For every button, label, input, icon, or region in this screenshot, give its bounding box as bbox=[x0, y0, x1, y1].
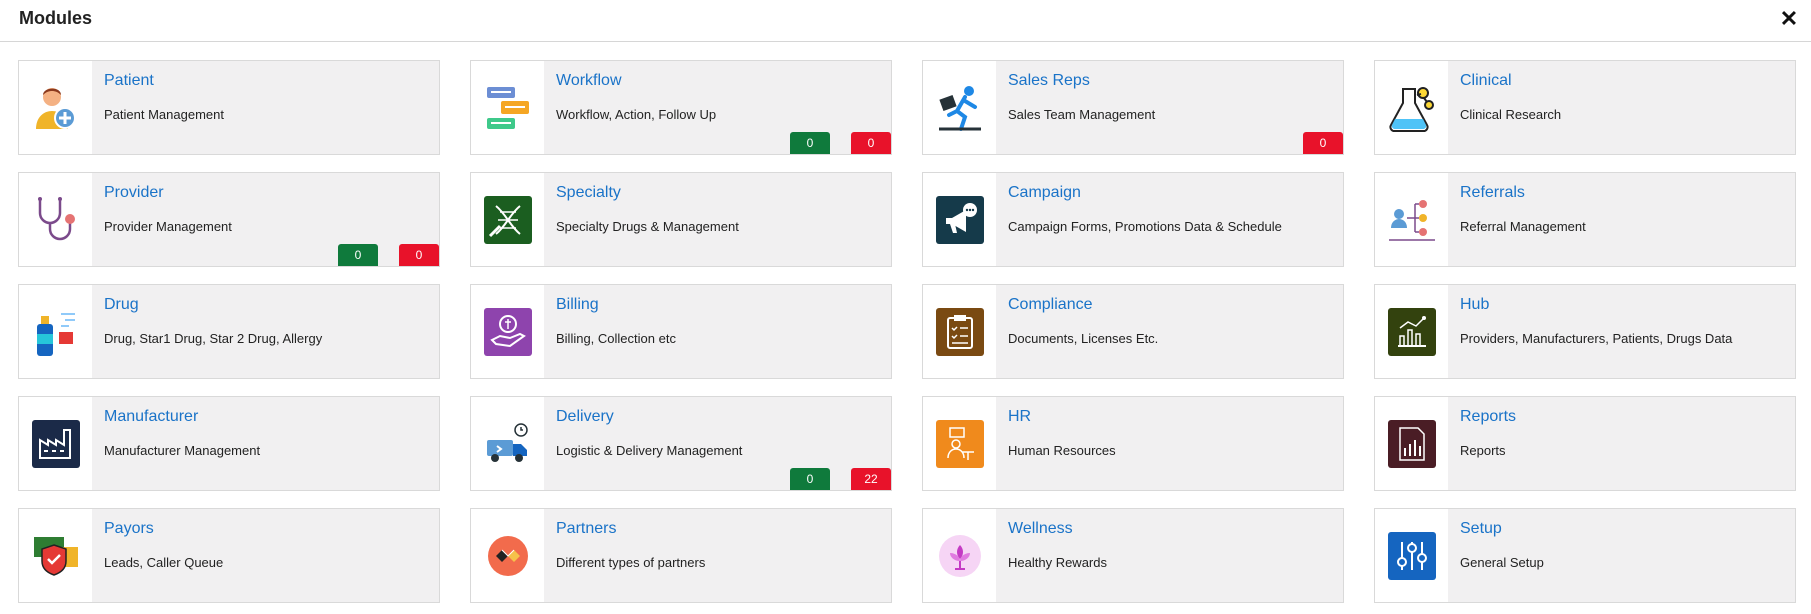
module-description: Reports bbox=[1460, 443, 1506, 458]
count-badge-red[interactable]: 0 bbox=[851, 132, 891, 154]
partners-icon bbox=[471, 509, 544, 602]
reports-document-icon bbox=[1375, 397, 1448, 490]
workflow-icon bbox=[471, 61, 544, 154]
module-title[interactable]: Wellness bbox=[1008, 520, 1073, 538]
module-title[interactable]: Specialty bbox=[556, 184, 621, 202]
stethoscope-icon bbox=[19, 173, 92, 266]
module-card-setup[interactable]: Setup General Setup bbox=[1374, 508, 1796, 603]
wellness-lotus-icon bbox=[923, 509, 996, 602]
clinical-flask-icon bbox=[1375, 61, 1448, 154]
count-badge-red[interactable]: 22 bbox=[851, 468, 891, 490]
module-description: Campaign Forms, Promotions Data & Schedu… bbox=[1008, 219, 1282, 234]
module-title[interactable]: Sales Reps bbox=[1008, 72, 1090, 90]
dna-syringe-icon bbox=[471, 173, 544, 266]
module-card-delivery[interactable]: Delivery Logistic & Delivery Management 0 2… bbox=[470, 396, 892, 491]
module-card-billing[interactable]: Billing Billing, Collection etc bbox=[470, 284, 892, 379]
module-card-clinical[interactable]: Clinical Clinical Research bbox=[1374, 60, 1796, 155]
module-title[interactable]: Manufacturer bbox=[104, 408, 198, 426]
module-description: Different types of partners bbox=[556, 555, 706, 570]
module-description: Leads, Caller Queue bbox=[104, 555, 224, 570]
referrals-icon bbox=[1375, 173, 1448, 266]
module-description: Documents, Licenses Etc. bbox=[1008, 331, 1159, 346]
module-description: Clinical Research bbox=[1460, 107, 1562, 122]
module-card-patient[interactable]: Patient Patient Management bbox=[18, 60, 440, 155]
module-title[interactable]: Payors bbox=[104, 520, 154, 538]
hr-person-icon bbox=[923, 397, 996, 490]
module-card-sales-reps[interactable]: Sales Reps Sales Team Management 0 bbox=[922, 60, 1344, 155]
module-description: Healthy Rewards bbox=[1008, 555, 1107, 570]
module-card-partners[interactable]: Partners Different types of partners bbox=[470, 508, 892, 603]
module-description: Provider Management bbox=[104, 219, 232, 234]
module-title[interactable]: Campaign bbox=[1008, 184, 1081, 202]
module-description: Logistic & Delivery Management bbox=[556, 443, 743, 458]
page-title: Modules bbox=[19, 8, 93, 28]
sales-reps-icon bbox=[923, 61, 996, 154]
module-description: Workflow, Action, Follow Up bbox=[556, 107, 717, 122]
module-card-reports[interactable]: Reports Reports bbox=[1374, 396, 1796, 491]
module-title[interactable]: Reports bbox=[1460, 408, 1516, 426]
module-description: Human Resources bbox=[1008, 443, 1116, 458]
hub-chart-icon bbox=[1375, 285, 1448, 378]
factory-icon bbox=[19, 397, 92, 490]
module-description: Manufacturer Management bbox=[104, 443, 261, 458]
module-title[interactable]: Clinical bbox=[1460, 72, 1512, 90]
module-title[interactable]: Delivery bbox=[556, 408, 614, 426]
module-card-manufacturer[interactable]: Manufacturer Manufacturer Management bbox=[18, 396, 440, 491]
patient-icon bbox=[19, 61, 92, 154]
clipboard-icon bbox=[923, 285, 996, 378]
module-card-referrals[interactable]: Referrals Referral Management bbox=[1374, 172, 1796, 267]
module-description: Billing, Collection etc bbox=[556, 331, 676, 346]
module-card-workflow[interactable]: Workflow Workflow, Action, Follow Up 0 0 bbox=[470, 60, 892, 155]
modal-header: Modules ✕ bbox=[0, 0, 1811, 42]
module-title[interactable]: Drug bbox=[104, 296, 139, 314]
module-description: Sales Team Management bbox=[1008, 107, 1156, 122]
module-description: Patient Management bbox=[104, 107, 224, 122]
close-icon[interactable]: ✕ bbox=[1779, 8, 1799, 30]
billing-hand-coin-icon bbox=[471, 285, 544, 378]
module-description: Drug, Star1 Drug, Star 2 Drug, Allergy bbox=[104, 331, 323, 346]
module-card-compliance[interactable]: Compliance Documents, Licenses Etc. bbox=[922, 284, 1344, 379]
drug-bottle-icon bbox=[19, 285, 92, 378]
count-badge-green[interactable]: 0 bbox=[790, 132, 830, 154]
module-card-provider[interactable]: Provider Provider Management 0 0 bbox=[18, 172, 440, 267]
module-description: Specialty Drugs & Management bbox=[556, 219, 739, 234]
module-title[interactable]: Setup bbox=[1460, 520, 1502, 538]
module-card-drug[interactable]: Drug Drug, Star1 Drug, Star 2 Drug, Aller… bbox=[18, 284, 440, 379]
delivery-truck-icon bbox=[471, 397, 544, 490]
module-card-campaign[interactable]: Campaign Campaign Forms, Promotions Data … bbox=[922, 172, 1344, 267]
module-title[interactable]: Referrals bbox=[1460, 184, 1525, 202]
module-title[interactable]: Patient bbox=[104, 72, 154, 90]
count-badge-red[interactable]: 0 bbox=[399, 244, 439, 266]
module-title[interactable]: Partners bbox=[556, 520, 616, 538]
count-badge-green[interactable]: 0 bbox=[338, 244, 378, 266]
module-description: Referral Management bbox=[1460, 219, 1586, 234]
count-badge-red[interactable]: 0 bbox=[1303, 132, 1343, 154]
module-card-wellness[interactable]: Wellness Healthy Rewards bbox=[922, 508, 1344, 603]
module-card-specialty[interactable]: Specialty Specialty Drugs & Management bbox=[470, 172, 892, 267]
module-description: General Setup bbox=[1460, 555, 1544, 570]
module-title[interactable]: Hub bbox=[1460, 296, 1489, 314]
module-description: Providers, Manufacturers, Patients, Drug… bbox=[1460, 331, 1733, 346]
module-card-hub[interactable]: Hub Providers, Manufacturers, Patients, D… bbox=[1374, 284, 1796, 379]
count-badge-green[interactable]: 0 bbox=[790, 468, 830, 490]
module-title[interactable]: HR bbox=[1008, 408, 1031, 426]
module-title[interactable]: Workflow bbox=[556, 72, 622, 90]
megaphone-icon bbox=[923, 173, 996, 266]
module-title[interactable]: Billing bbox=[556, 296, 599, 314]
module-card-payors[interactable]: Payors Leads, Caller Queue bbox=[18, 508, 440, 603]
module-card-hr[interactable]: HR Human Resources bbox=[922, 396, 1344, 491]
module-title[interactable]: Compliance bbox=[1008, 296, 1092, 314]
module-title[interactable]: Provider bbox=[104, 184, 164, 202]
payors-shield-icon bbox=[19, 509, 92, 602]
sliders-icon bbox=[1375, 509, 1448, 602]
